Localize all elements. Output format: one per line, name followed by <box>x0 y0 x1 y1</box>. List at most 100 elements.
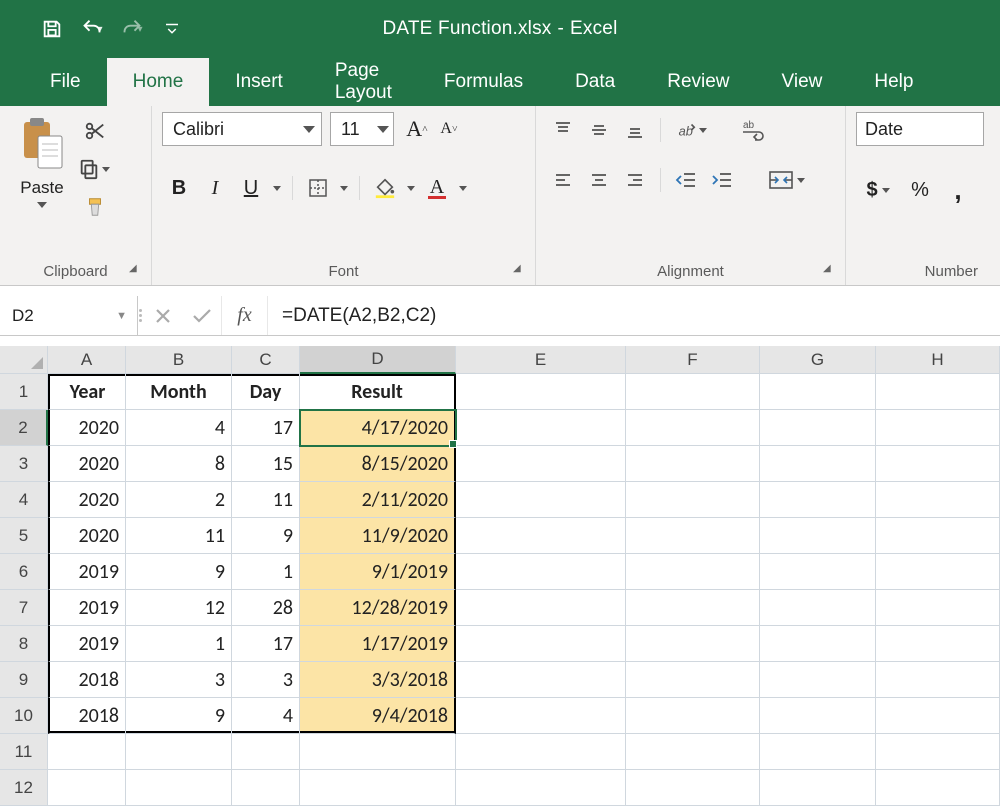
cell-F8[interactable] <box>626 626 760 662</box>
cell-H6[interactable] <box>876 554 1000 590</box>
cell-D2[interactable]: 4/17/2020 <box>300 410 456 446</box>
align-bottom-button[interactable] <box>618 114 652 146</box>
cell-A6[interactable]: 2019 <box>48 554 126 590</box>
row-header[interactable]: 1 <box>0 374 48 410</box>
cell-G10[interactable] <box>760 698 876 734</box>
col-header-A[interactable]: A <box>48 346 126 374</box>
cell-G5[interactable] <box>760 518 876 554</box>
row-header[interactable]: 3 <box>0 446 48 482</box>
decrease-font-button[interactable]: A˅ <box>434 112 464 146</box>
cell-G7[interactable] <box>760 590 876 626</box>
cell-E6[interactable] <box>456 554 626 590</box>
border-button[interactable] <box>301 172 335 204</box>
name-box[interactable]: D2 ▼ <box>0 296 138 335</box>
cut-button[interactable] <box>78 118 112 144</box>
cell-D6[interactable]: 9/1/2019 <box>300 554 456 590</box>
cell-G1[interactable] <box>760 374 876 410</box>
cell-F11[interactable] <box>626 734 760 770</box>
cell-H7[interactable] <box>876 590 1000 626</box>
underline-dropdown[interactable] <box>270 172 284 204</box>
cell-F5[interactable] <box>626 518 760 554</box>
cell-D5[interactable]: 11/9/2020 <box>300 518 456 554</box>
cell-B7[interactable]: 12 <box>126 590 232 626</box>
row-header[interactable]: 12 <box>0 770 48 806</box>
font-name-dropdown[interactable]: Calibri <box>162 112 322 146</box>
row-header[interactable]: 8 <box>0 626 48 662</box>
cell-C10[interactable]: 4 <box>232 698 300 734</box>
orientation-button[interactable]: ab <box>669 114 713 146</box>
cell-A8[interactable]: 2019 <box>48 626 126 662</box>
cell-B12[interactable] <box>126 770 232 806</box>
cell-G3[interactable] <box>760 446 876 482</box>
cell-B10[interactable]: 9 <box>126 698 232 734</box>
fill-color-button[interactable] <box>368 172 402 204</box>
cell-E7[interactable] <box>456 590 626 626</box>
cell-E2[interactable] <box>456 410 626 446</box>
col-header-G[interactable]: G <box>760 346 876 374</box>
tab-formulas[interactable]: Formulas <box>418 58 549 106</box>
accounting-format-button[interactable]: $ <box>856 174 900 206</box>
cell-A5[interactable]: 2020 <box>48 518 126 554</box>
cell-C1[interactable]: Day <box>232 374 300 410</box>
tell-me-button[interactable] <box>939 58 991 106</box>
cell-D10[interactable]: 9/4/2018 <box>300 698 456 734</box>
increase-font-button[interactable]: A˄ <box>402 112 432 146</box>
redo-button[interactable]: ▾ <box>114 12 150 46</box>
col-header-D[interactable]: D <box>300 346 456 374</box>
cell-B3[interactable]: 8 <box>126 446 232 482</box>
cell-F2[interactable] <box>626 410 760 446</box>
cell-H8[interactable] <box>876 626 1000 662</box>
col-header-C[interactable]: C <box>232 346 300 374</box>
cell-C5[interactable]: 9 <box>232 518 300 554</box>
undo-button[interactable]: ▾ <box>74 12 110 46</box>
col-header-F[interactable]: F <box>626 346 760 374</box>
dialog-launcher-icon[interactable]: ◢ <box>823 263 839 279</box>
select-all-button[interactable] <box>0 346 48 374</box>
row-header[interactable]: 7 <box>0 590 48 626</box>
row-header[interactable]: 9 <box>0 662 48 698</box>
cancel-formula-button[interactable] <box>144 297 183 335</box>
col-header-H[interactable]: H <box>876 346 1000 374</box>
cell-C12[interactable] <box>232 770 300 806</box>
cell-A4[interactable]: 2020 <box>48 482 126 518</box>
cell-A3[interactable]: 2020 <box>48 446 126 482</box>
row-header[interactable]: 4 <box>0 482 48 518</box>
save-button[interactable] <box>34 12 70 46</box>
cell-D11[interactable] <box>300 734 456 770</box>
cell-B9[interactable]: 3 <box>126 662 232 698</box>
cell-C8[interactable]: 17 <box>232 626 300 662</box>
fill-color-dropdown[interactable] <box>404 172 418 204</box>
cell-A10[interactable]: 2018 <box>48 698 126 734</box>
tab-page-layout[interactable]: Page Layout <box>309 58 418 106</box>
col-header-B[interactable]: B <box>126 346 232 374</box>
cell-E4[interactable] <box>456 482 626 518</box>
align-middle-button[interactable] <box>582 114 616 146</box>
font-color-button[interactable]: A <box>420 172 454 204</box>
cell-F10[interactable] <box>626 698 760 734</box>
cell-F3[interactable] <box>626 446 760 482</box>
confirm-formula-button[interactable] <box>182 297 221 335</box>
decrease-indent-button[interactable] <box>669 164 703 196</box>
align-top-button[interactable] <box>546 114 580 146</box>
tab-view[interactable]: View <box>756 58 849 106</box>
col-header-E[interactable]: E <box>456 346 626 374</box>
cell-G6[interactable] <box>760 554 876 590</box>
cell-B6[interactable]: 9 <box>126 554 232 590</box>
align-right-button[interactable] <box>618 164 652 196</box>
percent-format-button[interactable]: % <box>902 174 938 206</box>
cell-H9[interactable] <box>876 662 1000 698</box>
paste-button[interactable]: Paste <box>10 112 74 212</box>
tab-file[interactable]: File <box>24 58 107 106</box>
cell-G4[interactable] <box>760 482 876 518</box>
cell-G11[interactable] <box>760 734 876 770</box>
formula-input[interactable]: =DATE(A2,B2,C2) <box>268 296 1000 335</box>
cell-E8[interactable] <box>456 626 626 662</box>
border-dropdown[interactable] <box>337 172 351 204</box>
cell-H10[interactable] <box>876 698 1000 734</box>
cell-E10[interactable] <box>456 698 626 734</box>
cell-E3[interactable] <box>456 446 626 482</box>
merge-center-button[interactable] <box>763 164 809 196</box>
align-center-button[interactable] <box>582 164 616 196</box>
cell-G2[interactable] <box>760 410 876 446</box>
cell-D9[interactable]: 3/3/2018 <box>300 662 456 698</box>
